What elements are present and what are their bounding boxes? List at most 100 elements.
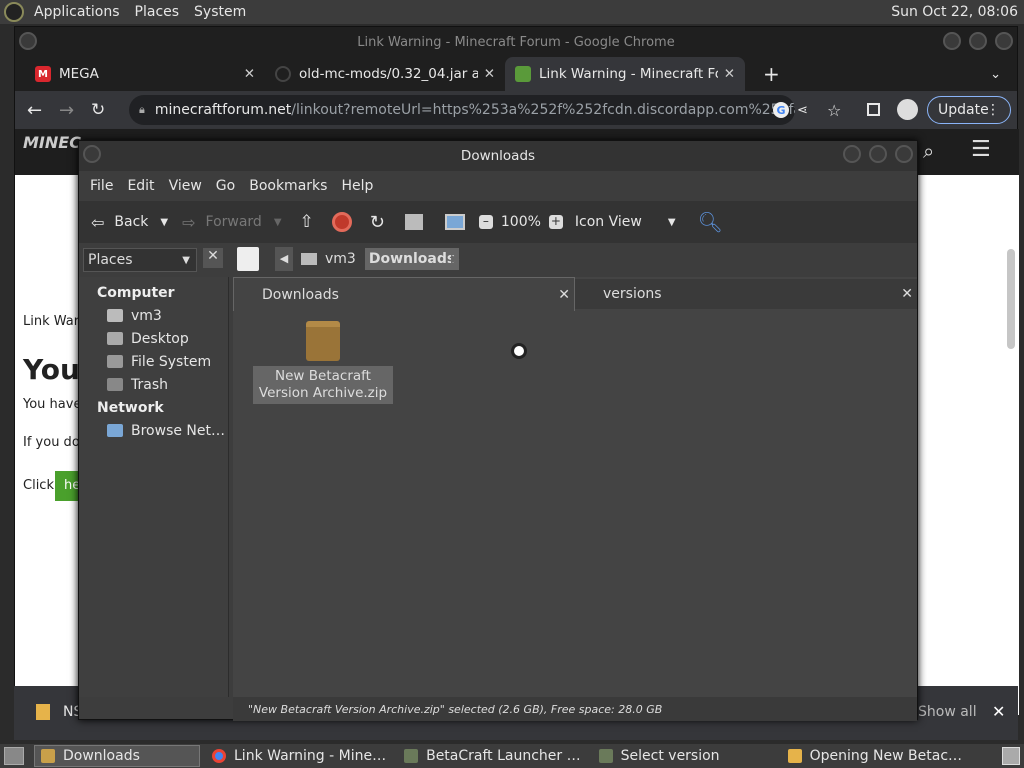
forward-arrow-icon[interactable]: ⇨ [182,213,195,232]
tab-mega[interactable]: M MEGA ✕ [25,57,265,91]
breadcrumb-downloads[interactable]: Downloads [364,248,460,270]
forward-button[interactable]: Forward [206,214,262,230]
trash-icon [107,378,123,391]
stop-icon[interactable] [331,212,352,232]
close-tab-icon[interactable]: ✕ [901,286,913,302]
zoom-out-icon[interactable]: – [478,215,493,229]
maximize-icon[interactable] [869,145,887,163]
home-icon[interactable] [404,214,423,230]
close-download-shelf-icon[interactable]: ✕ [992,702,1005,721]
task-label: Downloads [63,748,140,764]
page-heading: You [23,353,80,386]
menu-view[interactable]: View [169,178,202,194]
computer-icon[interactable] [444,214,465,230]
tab-strip: M MEGA ✕ old-mc-mods/0.32_04.jar at m ✕ … [15,57,1017,91]
side-panel-icon[interactable] [867,103,880,116]
mega-favicon-icon: M [35,66,51,82]
task-chrome[interactable]: Link Warning - Mine… [206,745,392,767]
task-betacraft-launcher[interactable]: BetaCraft Launcher … [398,745,587,767]
reload-icon[interactable]: ↻ [370,212,385,233]
tab-downloads[interactable]: Downloads ✕ [233,277,575,311]
menu-bookmarks[interactable]: Bookmarks [249,178,327,194]
busy-cursor-icon [511,343,527,359]
page-text-line: You have [23,397,82,412]
zoom-level: 100% [500,214,541,230]
close-tab-icon[interactable]: ✕ [724,66,735,82]
address-bar[interactable]: 🔒︎ minecraftforum.net /linkout?remoteUrl… [129,95,795,125]
back-button[interactable]: Back [114,214,148,230]
menu-edit[interactable]: Edit [127,178,154,194]
download-file-icon [36,704,50,720]
forward-dropdown-icon[interactable]: ▼ [274,217,282,228]
sidebar-item-vm3[interactable]: vm3 [107,304,228,327]
home-folder-icon [301,253,317,265]
task-select-version[interactable]: Select version [593,745,726,767]
places-menu[interactable]: Places [135,4,180,20]
forum-logo[interactable]: MINECRAFT FORUM [23,135,83,151]
bookmark-star-icon[interactable]: ☆ [827,101,841,120]
maximize-icon[interactable] [969,32,987,50]
sidebar-item-label: Browse Net… [131,422,226,439]
google-lens-icon[interactable]: G [773,102,789,118]
workspace-switcher-icon[interactable] [1002,747,1020,765]
menu-bar: File Edit View Go Bookmarks Help [79,171,917,201]
back-arrow-icon[interactable]: ⇦ [91,213,104,232]
menu-file[interactable]: File [90,178,113,194]
show-desktop-icon[interactable] [4,747,24,765]
breadcrumb-left-icon[interactable]: ◀ [275,247,293,271]
tab-label: old-mc-mods/0.32_04.jar at m [299,66,478,82]
task-label: Select version [620,748,720,764]
close-icon[interactable] [895,145,913,163]
location-bar: Places ▼ ✕ ◀ vm3 Downloads ▶ [79,243,917,277]
hamburger-menu-icon[interactable]: ☰ [971,137,991,162]
back-arrow-icon[interactable]: ← [27,100,42,121]
close-tab-icon[interactable]: ✕ [484,66,495,82]
tab-github[interactable]: old-mc-mods/0.32_04.jar at m ✕ [265,57,505,91]
window-menu-icon[interactable] [19,32,37,50]
tab-link-warning[interactable]: Link Warning - Minecraft Forum ✕ [505,57,745,91]
view-mode-select[interactable]: Icon View [575,214,642,230]
forward-arrow-icon[interactable]: → [59,100,74,121]
sidebar-item-file-system[interactable]: File System [107,350,228,373]
close-icon[interactable] [995,32,1013,50]
applications-menu[interactable]: Applications [34,4,120,20]
task-downloads[interactable]: Downloads [34,745,200,767]
back-dropdown-icon[interactable]: ▼ [160,217,168,228]
minimize-icon[interactable] [843,145,861,163]
sidebar-item-browse-network[interactable]: Browse Net… [107,419,228,442]
gnome-logo-icon[interactable] [4,2,24,22]
status-bar: "New Betacraft Version Archive.zip" sele… [233,697,917,721]
sidebar-item-trash[interactable]: Trash [107,373,228,396]
clock[interactable]: Sun Oct 22, 08:06 [891,4,1018,20]
new-tab-icon[interactable]: + [763,62,780,86]
window-menu-icon[interactable] [83,145,101,163]
search-icon[interactable]: ⌕ [923,139,934,163]
close-sidebar-icon[interactable]: ✕ [203,248,223,268]
tab-search-chevron-icon[interactable]: ⌄ [990,67,1001,82]
tab-versions[interactable]: versions ✕ [575,279,917,309]
zoom-in-icon[interactable]: + [548,215,563,229]
file-item[interactable]: New Betacraft Version Archive.zip [253,321,393,404]
minimize-icon[interactable] [943,32,961,50]
menu-go[interactable]: Go [216,178,235,194]
close-tab-icon[interactable]: ✕ [558,287,570,303]
profile-avatar-icon[interactable] [897,99,918,120]
edit-location-icon[interactable] [237,247,259,271]
view-mode-dropdown-icon[interactable]: ▼ [668,217,676,228]
scrollbar-thumb[interactable] [1007,249,1015,349]
update-button[interactable]: Update ⋮ [927,96,1011,124]
show-all-button[interactable]: Show all [918,704,977,720]
up-arrow-icon[interactable]: ⇧ [300,212,314,232]
breadcrumb-right-icon[interactable]: ▶ [451,247,467,271]
reload-icon[interactable]: ↻ [91,100,105,120]
task-opening-file[interactable]: Opening New Betac… [782,745,968,767]
close-tab-icon[interactable]: ✕ [244,66,255,82]
sidebar-item-desktop[interactable]: Desktop [107,327,228,350]
menu-help[interactable]: Help [341,178,373,194]
search-icon[interactable]: 🔍︎ [698,210,723,234]
breadcrumb-vm3[interactable]: vm3 [325,251,356,267]
share-icon[interactable]: ⋖ [797,103,808,118]
system-menu[interactable]: System [194,4,246,20]
task-label: Opening New Betac… [809,748,963,764]
places-dropdown[interactable]: Places ▼ [83,248,197,272]
